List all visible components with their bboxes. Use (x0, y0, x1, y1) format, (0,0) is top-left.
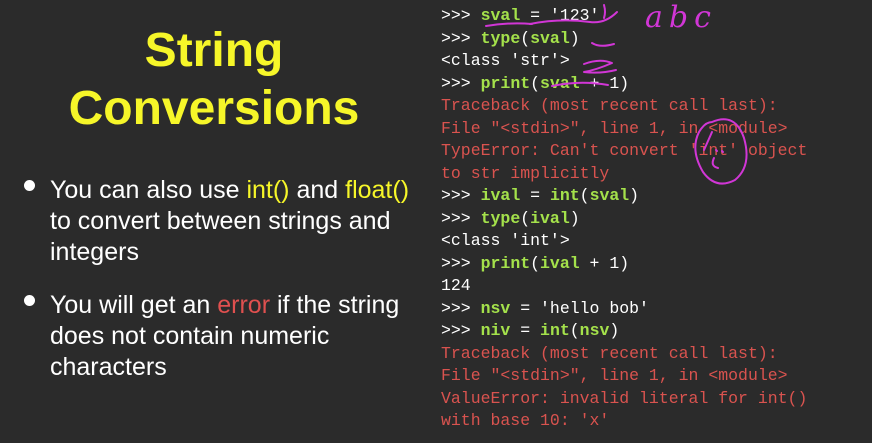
console-text: 124 (441, 276, 471, 295)
console-text: ) (629, 186, 640, 205)
console-code-token: ival (530, 208, 570, 228)
console-code-token: print (480, 73, 531, 93)
console-text: ( (530, 253, 541, 273)
console-error-text: File "<stdin>", line 1, in <module> (441, 118, 788, 138)
console-code-token: type (480, 28, 521, 48)
console-prompt: >>> (441, 28, 481, 48)
console-code-token: nsv (579, 321, 610, 340)
console-line: with base 10: 'x' (441, 410, 866, 433)
console-line: >>> print(sval + 1) (441, 73, 866, 96)
console-text: ( (520, 208, 531, 228)
console-prompt: >>> (441, 6, 481, 25)
bullet-list: You can also use int() and float() to co… (22, 175, 422, 405)
bullet-text: You will get an (50, 291, 218, 319)
bullet-dot-icon (24, 180, 35, 191)
bullet-dot-icon (24, 295, 35, 306)
console-text: + 1) (579, 73, 630, 93)
console-line: >>> nsv = 'hello bob' (441, 298, 866, 321)
console-text: ( (579, 186, 590, 205)
console-prompt: >>> (441, 253, 481, 273)
title-line-1: String (144, 24, 284, 77)
console-text: + 1) (579, 253, 630, 273)
console-code-token: type (480, 208, 521, 228)
console-line: <class 'str'> (441, 50, 866, 73)
console-text: = 'hello bob' (510, 298, 649, 318)
console-error-text: TypeError: Can't convert 'int' object (441, 141, 808, 160)
console-line: >>> niv = int(nsv) (441, 320, 866, 343)
console-text: ( (520, 28, 531, 48)
console-code-token: sval (480, 6, 521, 25)
console-line: 124 (441, 275, 866, 298)
console-error-text: with base 10: 'x' (441, 411, 610, 430)
console-code-token: int (549, 186, 580, 205)
bullet-highlight-text: error (217, 291, 271, 319)
console-text: ( (530, 73, 541, 93)
console-text: = '123' (520, 6, 600, 25)
console-prompt: >>> (441, 73, 481, 93)
console-error-text: File "<stdin>", line 1, in <module> (441, 366, 788, 385)
console-error-text: Traceback (most recent call last): (441, 96, 778, 115)
console-line: >>> ival = int(sval) (441, 185, 866, 208)
title-line-2: Conversions (68, 82, 360, 135)
console-prompt: >>> (441, 298, 481, 318)
bullet-highlight-text: int() (246, 176, 290, 204)
console-text: ) (569, 208, 580, 228)
console-line: <class 'int'> (441, 230, 866, 253)
console-prompt: >>> (441, 186, 481, 205)
console-code-token: ival (480, 186, 521, 205)
console-text: ( (569, 321, 580, 340)
console-error-text: Traceback (most recent call last): (441, 343, 778, 363)
console-line: Traceback (most recent call last): (441, 343, 866, 366)
bullet-text: to convert between strings and integers (50, 207, 391, 266)
console-error-text: to str implicitly (441, 163, 610, 183)
bullet-text: You can also use (50, 176, 247, 204)
console-line: to str implicitly (441, 163, 866, 186)
handwritten-abc-annotation: abc (645, 0, 717, 35)
console-prompt: >>> (441, 321, 481, 340)
console-line: >>> print(ival + 1) (441, 253, 866, 276)
console-text: <class 'int'> (441, 231, 570, 250)
console-text: = (520, 186, 550, 205)
console-code-token: niv (480, 321, 511, 340)
bullet-highlight-text: float() (345, 176, 410, 204)
slide-title: String Conversions (0, 22, 428, 138)
python-console-transcript: >>> sval = '123' >>> type(sval) <class 'st… (441, 5, 866, 433)
console-code-token: sval (530, 28, 570, 48)
console-code-token: sval (540, 73, 580, 93)
console-line: ValueError: invalid literal for int() (441, 388, 866, 411)
bullet-item: You will get an error if the string does… (22, 290, 422, 383)
console-code-token: print (480, 253, 531, 273)
console-text: ) (569, 28, 580, 48)
console-line: TypeError: Can't convert 'int' object (441, 140, 866, 163)
console-code-token: sval (589, 186, 630, 205)
console-prompt: >>> (441, 208, 481, 228)
console-code-token: int (540, 321, 570, 340)
console-error-text: ValueError: invalid literal for int() (441, 388, 808, 408)
console-code-token: nsv (480, 298, 511, 318)
console-text: <class 'str'> (441, 51, 570, 70)
console-text: ) (609, 321, 620, 340)
console-line: Traceback (most recent call last): (441, 95, 866, 118)
console-line: >>> type(ival) (441, 208, 866, 231)
bullet-item: You can also use int() and float() to co… (22, 175, 422, 268)
bullet-text: and (289, 176, 346, 204)
console-text: = (510, 321, 541, 340)
console-line: File "<stdin>", line 1, in <module> (441, 118, 866, 141)
console-line: File "<stdin>", line 1, in <module> (441, 365, 866, 388)
console-code-token: ival (540, 253, 580, 273)
